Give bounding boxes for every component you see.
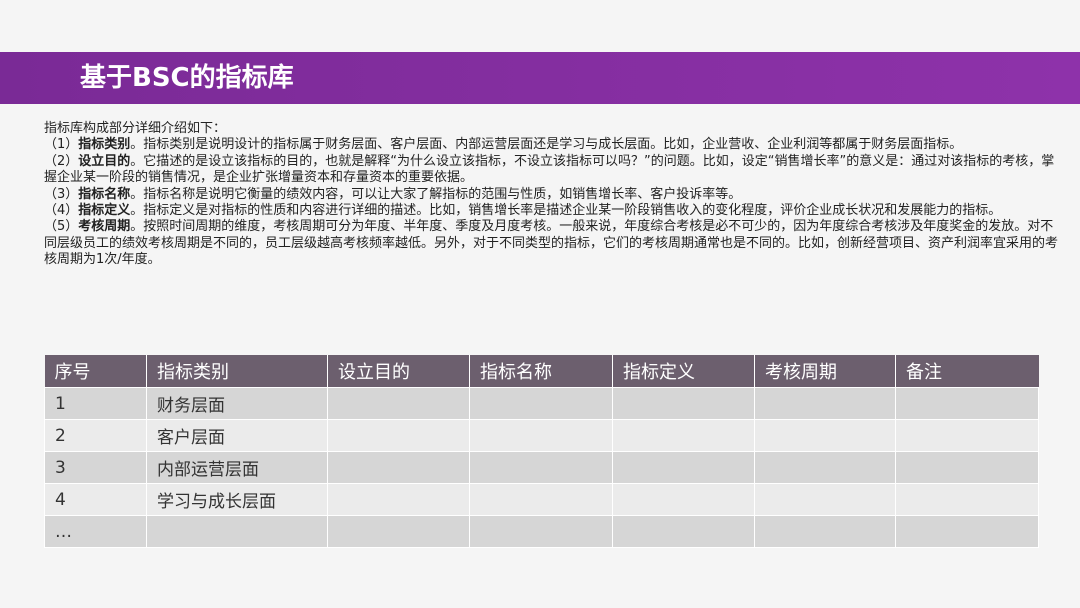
table-cell (754, 515, 896, 548)
table-cell (754, 451, 896, 484)
slide-title: 基于BSC的指标库 (80, 63, 294, 93)
table-cell: 1 (44, 387, 147, 420)
table-cell (327, 483, 470, 516)
table-header-row: 序号 指标类别 设立目的 指标名称 指标定义 考核周期 备注 (44, 355, 1039, 388)
intro-text: 指标库构成部分详细介绍如下： （1）指标类别。指标类别是说明设计的指标属于财务层… (44, 121, 1058, 269)
table-cell: 内部运营层面 (146, 451, 328, 484)
header-definition: 指标定义 (612, 355, 755, 388)
table-row: … (44, 515, 1039, 548)
intro-item-2: （2）设立目的。它描述的是设立该指标的目的，也就是解释“为什么设立该指标，不设立… (44, 153, 1055, 186)
table-cell (327, 419, 470, 452)
header-category: 指标类别 (146, 355, 328, 388)
table-cell (895, 451, 1039, 484)
table-cell (327, 451, 470, 484)
header-seq: 序号 (44, 355, 147, 388)
table-cell (895, 515, 1039, 548)
table-cell (469, 483, 613, 516)
header-cycle: 考核周期 (754, 355, 896, 388)
table-row: 2 客户层面 (44, 419, 1039, 452)
table-cell (327, 387, 470, 420)
table-cell: 4 (44, 483, 147, 516)
table-row: 4 学习与成长层面 (44, 483, 1039, 516)
table-cell (612, 419, 755, 452)
indicator-table: 序号 指标类别 设立目的 指标名称 指标定义 考核周期 备注 1 财务层面 2 … (44, 355, 1039, 548)
header-name: 指标名称 (469, 355, 613, 388)
header-remark: 备注 (895, 355, 1039, 388)
table-cell (327, 515, 470, 548)
table-cell (469, 387, 613, 420)
table-cell: 财务层面 (146, 387, 328, 420)
table-cell (469, 451, 613, 484)
intro-item-5: （5）考核周期。按照时间周期的维度，考核周期可分为年度、半年度、季度及月度考核。… (44, 219, 1059, 268)
title-bar: 基于BSC的指标库 (0, 52, 1080, 104)
intro-item-1: （1）指标类别。指标类别是说明设计的指标属于财务层面、客户层面、内部运营层面还是… (44, 137, 963, 153)
intro-item-3: （3）指标名称。指标名称是说明它衡量的绩效内容，可以让大家了解指标的范围与性质，… (44, 186, 742, 202)
table-cell (895, 483, 1039, 516)
table-cell (612, 451, 755, 484)
table-cell: 3 (44, 451, 147, 484)
table-cell (895, 419, 1039, 452)
table-cell (612, 515, 755, 548)
table-cell (754, 419, 896, 452)
table-cell (612, 387, 755, 420)
table-cell (146, 515, 328, 548)
table-cell (895, 387, 1039, 420)
table-cell (754, 483, 896, 516)
table-row: 1 财务层面 (44, 387, 1039, 420)
table-cell (754, 387, 896, 420)
table-cell: … (44, 515, 147, 548)
table-cell: 客户层面 (146, 419, 328, 452)
table-cell (612, 483, 755, 516)
intro-item-4: （4）指标定义。指标定义是对指标的性质和内容进行详细的描述。比如，销售增长率是描… (44, 203, 1002, 219)
table-row: 3 内部运营层面 (44, 451, 1039, 484)
header-purpose: 设立目的 (327, 355, 470, 388)
table-cell: 2 (44, 419, 147, 452)
intro-lead: 指标库构成部分详细介绍如下： (44, 121, 227, 136)
table-cell (469, 515, 613, 548)
table-cell: 学习与成长层面 (146, 483, 328, 516)
table-cell (469, 419, 613, 452)
